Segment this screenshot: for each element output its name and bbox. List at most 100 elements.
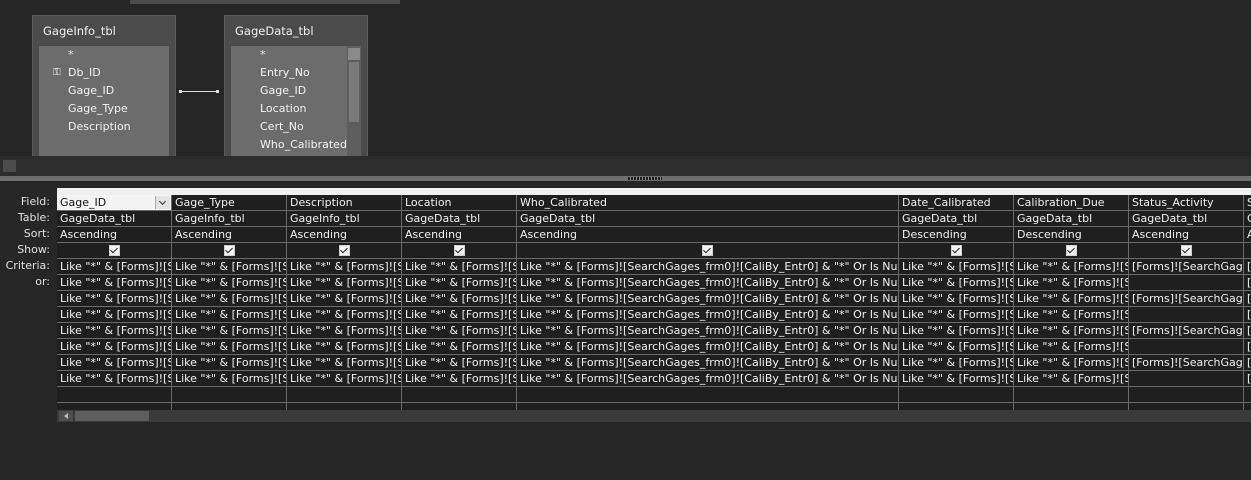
grid-column[interactable]: Calibration_Due GageData_tbl Descending Lik… bbox=[1014, 195, 1129, 410]
or-cell[interactable]: Like "*" & [Forms]![S bbox=[1014, 339, 1128, 355]
or-cell[interactable]: Like "*" & [Forms]![S bbox=[402, 307, 516, 323]
criteria-cell[interactable]: Like "*" & [Forms]![S bbox=[899, 259, 1013, 275]
show-checkbox[interactable] bbox=[453, 245, 465, 256]
or-cell[interactable]: Like "*" & [Forms]![SearchGages_frm0]![C… bbox=[517, 371, 898, 387]
sort-cell[interactable]: Descending bbox=[899, 227, 1013, 243]
sort-cell[interactable]: A bbox=[1244, 227, 1251, 243]
table-cell[interactable]: GageData_tbl bbox=[899, 211, 1013, 227]
table-cell[interactable]: G bbox=[1244, 211, 1251, 227]
or-cell[interactable]: Like "*" & [Forms]![SearchGages_frm0]![C… bbox=[517, 275, 898, 291]
or-cell[interactable]: Like "*" & [Forms]![S bbox=[172, 355, 286, 371]
or-cell[interactable]: Like "*" & [Forms]![S bbox=[402, 371, 516, 387]
or-cell[interactable]: Like "*" & [Forms]![S bbox=[57, 371, 171, 387]
scroll-thumb[interactable] bbox=[349, 62, 359, 122]
grid-column[interactable]: Date_Calibrated GageData_tbl Descending Lik… bbox=[899, 195, 1014, 410]
empty-cell[interactable] bbox=[1244, 387, 1251, 403]
column-selector-bar[interactable] bbox=[57, 188, 1251, 195]
empty-cell[interactable] bbox=[402, 387, 516, 403]
field-item[interactable]: Entry_No bbox=[260, 64, 310, 82]
chevron-down-icon[interactable] bbox=[155, 196, 170, 209]
grid-column[interactable]: Location GageData_tbl Ascending Like "*" & … bbox=[402, 195, 517, 410]
or-cell[interactable]: Like "*" & [Forms]![S bbox=[402, 291, 516, 307]
field-item[interactable]: * bbox=[260, 46, 266, 64]
or-cell[interactable]: Like "*" & [Forms]![S bbox=[1014, 307, 1128, 323]
or-cell[interactable]: Like "*" & [Forms]![S bbox=[287, 323, 401, 339]
or-cell[interactable]: Like "*" & [Forms]![S bbox=[899, 323, 1013, 339]
join-line[interactable] bbox=[179, 90, 219, 93]
field-cell[interactable]: Status_Activity bbox=[1129, 195, 1243, 211]
show-cell[interactable] bbox=[517, 243, 898, 259]
field-cell[interactable]: S bbox=[1244, 195, 1251, 211]
or-cell[interactable]: Like "*" & [Forms]![S bbox=[57, 291, 171, 307]
or-cell[interactable] bbox=[1129, 339, 1243, 355]
or-cell[interactable]: Like "*" & [Forms]![S bbox=[899, 307, 1013, 323]
show-cell[interactable] bbox=[899, 243, 1013, 259]
show-cell[interactable] bbox=[1244, 243, 1251, 259]
show-cell[interactable] bbox=[287, 243, 401, 259]
splitter-grip-icon[interactable] bbox=[628, 177, 662, 180]
or-cell[interactable]: Like "*" & [Forms]![SearchGages_frm0]![C… bbox=[517, 323, 898, 339]
criteria-cell[interactable]: Like "*" & [Forms]![S bbox=[402, 259, 516, 275]
show-checkbox[interactable] bbox=[950, 245, 962, 256]
or-cell[interactable]: Like "*" & [Forms]![S bbox=[287, 355, 401, 371]
empty-cell[interactable] bbox=[172, 387, 286, 403]
or-cell[interactable]: Like "*" & [Forms]![S bbox=[57, 355, 171, 371]
table-title[interactable]: GageData_tbl bbox=[235, 24, 314, 38]
scroll-left-button[interactable] bbox=[3, 160, 16, 172]
criteria-cell[interactable]: Like "*" & [Forms]![S bbox=[57, 259, 171, 275]
criteria-cell[interactable]: Like "*" & [Forms]![SearchGages_frm0]![C… bbox=[517, 259, 898, 275]
or-cell[interactable]: Like "*" & [Forms]![S bbox=[287, 307, 401, 323]
table-cell[interactable]: GageData_tbl bbox=[1014, 211, 1128, 227]
or-cell[interactable]: Like "*" & [Forms]![S bbox=[287, 371, 401, 387]
or-cell[interactable]: Like "*" & [Forms]![S bbox=[1014, 275, 1128, 291]
or-cell[interactable]: Like "*" & [Forms]![S bbox=[172, 307, 286, 323]
table-cell[interactable]: GageInfo_tbl bbox=[287, 211, 401, 227]
show-checkbox[interactable] bbox=[338, 245, 350, 256]
criteria-cell[interactable]: [Forms]![SearchGage bbox=[1129, 259, 1243, 275]
sort-cell[interactable]: Ascending bbox=[402, 227, 516, 243]
or-cell[interactable]: [ bbox=[1244, 275, 1251, 291]
field-cell[interactable]: Calibration_Due bbox=[1014, 195, 1128, 211]
show-cell[interactable] bbox=[402, 243, 516, 259]
or-cell[interactable]: Like "*" & [Forms]![SearchGages_frm0]![C… bbox=[517, 307, 898, 323]
or-cell[interactable]: [Forms]![SearchGage bbox=[1129, 323, 1243, 339]
or-cell[interactable] bbox=[1129, 307, 1243, 323]
horizontal-scrollbar-grid[interactable] bbox=[57, 410, 1251, 422]
field-cell[interactable]: Date_Calibrated bbox=[899, 195, 1013, 211]
or-cell[interactable]: Like "*" & [Forms]![S bbox=[1014, 323, 1128, 339]
show-cell[interactable] bbox=[172, 243, 286, 259]
field-list[interactable]: * Entry_No Gage_ID Location Cert_No Who_… bbox=[231, 46, 361, 156]
table-cell[interactable]: GageData_tbl bbox=[517, 211, 898, 227]
or-cell[interactable]: Like "*" & [Forms]![S bbox=[402, 339, 516, 355]
field-item[interactable]: Location bbox=[260, 100, 307, 118]
table-cell[interactable]: GageData_tbl bbox=[57, 211, 171, 227]
field-cell[interactable]: Description bbox=[287, 195, 401, 211]
or-cell[interactable]: Like "*" & [Forms]![S bbox=[899, 355, 1013, 371]
or-cell[interactable]: Like "*" & [Forms]![S bbox=[172, 323, 286, 339]
field-cell[interactable]: Gage_ID bbox=[57, 195, 171, 211]
or-cell[interactable]: Like "*" & [Forms]![S bbox=[287, 291, 401, 307]
qbe-grid[interactable]: Gage_ID GageData_tbl Ascending Like "*" & [… bbox=[57, 188, 1251, 410]
or-cell[interactable]: Like "*" & [Forms]![S bbox=[1014, 355, 1128, 371]
or-cell[interactable]: Like "*" & [Forms]![S bbox=[172, 291, 286, 307]
field-item[interactable]: * bbox=[68, 46, 74, 64]
scroll-left-arrow-icon[interactable] bbox=[59, 411, 73, 421]
or-cell[interactable]: Like "*" & [Forms]![S bbox=[57, 307, 171, 323]
empty-cell[interactable] bbox=[899, 387, 1013, 403]
or-cell[interactable]: [Forms]![SearchGage bbox=[1129, 355, 1243, 371]
table-box-gagedata[interactable]: GageData_tbl * Entry_No Gage_ID Location… bbox=[224, 15, 368, 156]
grid-column[interactable]: Gage_ID GageData_tbl Ascending Like "*" & [… bbox=[57, 195, 172, 410]
field-cell[interactable]: Location bbox=[402, 195, 516, 211]
show-checkbox[interactable] bbox=[108, 245, 120, 256]
sort-cell[interactable]: Ascending bbox=[172, 227, 286, 243]
or-cell[interactable]: [ bbox=[1244, 339, 1251, 355]
show-cell[interactable] bbox=[1014, 243, 1128, 259]
sort-cell[interactable]: Ascending bbox=[517, 227, 898, 243]
show-checkbox[interactable] bbox=[223, 245, 235, 256]
scroll-up-arrow[interactable] bbox=[348, 48, 360, 60]
grid-column[interactable]: Gage_Type GageInfo_tbl Ascending Like "*" &… bbox=[172, 195, 287, 410]
criteria-cell[interactable]: Like "*" & [Forms]![S bbox=[172, 259, 286, 275]
or-cell[interactable]: Like "*" & [Forms]![S bbox=[172, 275, 286, 291]
or-cell[interactable]: Like "*" & [Forms]![S bbox=[899, 291, 1013, 307]
or-cell[interactable]: Like "*" & [Forms]![S bbox=[899, 371, 1013, 387]
